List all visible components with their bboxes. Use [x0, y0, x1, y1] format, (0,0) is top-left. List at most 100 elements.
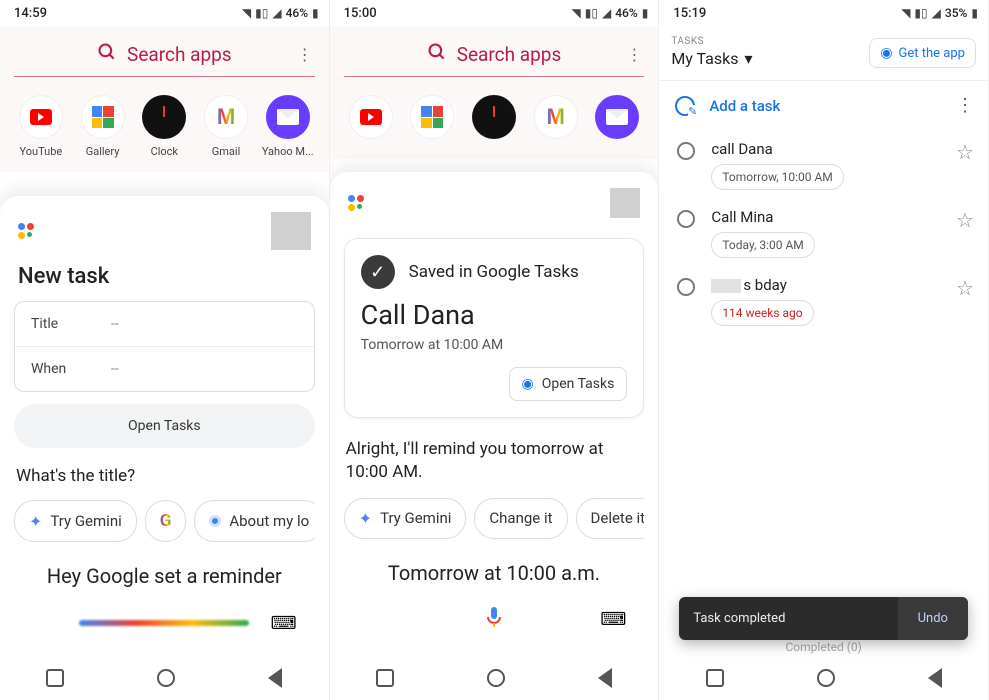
- signal-icon: ▮▯: [914, 6, 927, 20]
- app-youtube[interactable]: YouTube: [12, 95, 70, 158]
- status-right: ◥ ▮▯ ◢ 46% ▮: [572, 6, 649, 20]
- yahoomail-icon: [595, 95, 639, 139]
- task-date-chip[interactable]: Today, 3:00 AM: [711, 232, 814, 258]
- suggestion-chips: ✦Try Gemini Change it Delete it: [344, 498, 645, 555]
- chip-try-gemini[interactable]: ✦Try Gemini: [344, 498, 467, 539]
- search-apps-bar[interactable]: Search apps ⋮: [340, 32, 649, 74]
- open-tasks-button[interactable]: Open Tasks: [14, 404, 315, 448]
- overflow-icon[interactable]: ⋮: [297, 45, 313, 64]
- app-clock[interactable]: [465, 95, 523, 145]
- task-complete-checkbox[interactable]: [677, 142, 695, 160]
- task-date-chip[interactable]: Tomorrow, 10:00 AM: [711, 164, 843, 190]
- location-dot-icon: [209, 515, 221, 527]
- gemini-icon: ✦: [359, 509, 372, 528]
- tasks-app-icon: ◉: [880, 45, 892, 61]
- snackbar-message: Task completed: [679, 597, 799, 640]
- when-field[interactable]: When --: [15, 347, 314, 391]
- app-yahoomail[interactable]: [588, 95, 646, 145]
- youtube-icon: [19, 95, 63, 139]
- title-field[interactable]: Title --: [15, 302, 314, 347]
- search-icon: [97, 42, 117, 66]
- overflow-icon[interactable]: ⋮: [626, 45, 642, 64]
- new-task-heading: New task: [14, 262, 315, 301]
- search-icon: [427, 42, 447, 66]
- app-yahoomail[interactable]: Yahoo M...: [259, 95, 317, 158]
- status-time: 15:00: [344, 6, 377, 21]
- nav-back-icon[interactable]: [598, 668, 612, 688]
- nav-bar: [330, 656, 659, 700]
- task-item[interactable]: Call Mina Today, 3:00 AM ☆: [659, 198, 988, 266]
- assistant-sheet: ✓ Saved in Google Tasks Call Dana Tomorr…: [330, 172, 659, 700]
- app-gmail[interactable]: MGmail: [197, 95, 255, 158]
- nav-bar: [659, 656, 988, 700]
- nav-home-icon[interactable]: [157, 669, 175, 687]
- youtube-icon: [349, 95, 393, 139]
- nav-back-icon[interactable]: [268, 668, 282, 688]
- app-clock[interactable]: Clock: [135, 95, 193, 158]
- wifi-icon: ◥: [242, 6, 251, 20]
- assistant-logo-icon: [348, 195, 368, 211]
- nav-home-icon[interactable]: [487, 669, 505, 687]
- app-gallery[interactable]: [403, 95, 461, 145]
- status-time: 14:59: [14, 6, 47, 21]
- task-when: Tomorrow at 10:00 AM: [361, 337, 628, 353]
- add-task-button[interactable]: Add a task: [675, 96, 780, 116]
- nav-back-icon[interactable]: [928, 668, 942, 688]
- task-date-chip[interactable]: 114 weeks ago: [711, 300, 813, 326]
- keyboard-icon[interactable]: ⌨: [271, 613, 297, 634]
- star-icon[interactable]: ☆: [956, 208, 974, 232]
- keyboard-icon[interactable]: ⌨: [600, 609, 626, 630]
- battery-icon: ▮: [312, 6, 319, 20]
- redacted-box: [711, 279, 741, 293]
- chip-about-location[interactable]: About my lo: [194, 500, 314, 542]
- app-youtube[interactable]: [342, 95, 400, 145]
- when-label: When: [31, 361, 111, 377]
- add-task-icon: [675, 96, 695, 116]
- nav-recents-icon[interactable]: [46, 669, 64, 687]
- nav-bar: [0, 656, 329, 700]
- task-complete-checkbox[interactable]: [677, 278, 695, 296]
- screen-google-tasks: 15:19 ◥ ▮▯ ◢ 35% ▮ TASKS My Tasks ▾ ◉ Ge…: [659, 0, 989, 700]
- assistant-input-bar: ⌨: [344, 601, 645, 639]
- screen-task-saved: 15:00 ◥ ▮▯ ◢ 46% ▮ Search apps ⋮ M: [330, 0, 660, 700]
- home-launcher: Search apps ⋮ YouTube Gallery Clock MGma…: [0, 26, 329, 172]
- task-item[interactable]: call Dana Tomorrow, 10:00 AM ☆: [659, 130, 988, 198]
- star-icon[interactable]: ☆: [956, 140, 974, 164]
- nav-home-icon[interactable]: [817, 669, 835, 687]
- overflow-icon[interactable]: ⋮: [956, 95, 974, 116]
- list-dropdown[interactable]: My Tasks ▾: [671, 49, 752, 68]
- nav-recents-icon[interactable]: [376, 669, 394, 687]
- task-complete-checkbox[interactable]: [677, 210, 695, 228]
- signal2-icon: ◢: [602, 6, 611, 20]
- gmail-icon: M: [534, 95, 578, 139]
- app-gmail[interactable]: M: [527, 95, 585, 145]
- chip-google[interactable]: G: [145, 500, 187, 542]
- undo-button[interactable]: Undo: [898, 597, 968, 640]
- task-item[interactable]: s bday 114 weeks ago ☆: [659, 266, 988, 334]
- mic-icon[interactable]: [485, 605, 503, 634]
- chip-change-it[interactable]: Change it: [474, 498, 567, 539]
- search-apps-bar[interactable]: Search apps ⋮: [10, 32, 319, 74]
- get-app-button[interactable]: ◉ Get the app: [869, 38, 976, 68]
- google-icon: G: [160, 511, 172, 531]
- voice-spectrum-icon[interactable]: [79, 620, 249, 626]
- chip-try-gemini[interactable]: ✦Try Gemini: [14, 500, 137, 542]
- add-task-row: Add a task ⋮: [659, 81, 988, 130]
- assistant-response: Alright, I'll remind you tomorrow at 10:…: [344, 434, 645, 498]
- star-icon[interactable]: ☆: [956, 276, 974, 300]
- status-time: 15:19: [673, 6, 706, 21]
- task-form: Title -- When --: [14, 301, 315, 392]
- battery-pct: 46%: [615, 6, 637, 20]
- open-tasks-button[interactable]: ◉ Open Tasks: [509, 367, 628, 401]
- when-value: --: [111, 361, 119, 377]
- signal-icon: ▮▯: [585, 6, 598, 20]
- spoken-transcript: Hey Google set a reminder: [14, 558, 315, 604]
- chip-delete-it[interactable]: Delete it: [576, 498, 645, 539]
- clock-icon: [142, 95, 186, 139]
- screen-new-task: 14:59 ◥ ▮▯ ◢ 46% ▮ Search apps ⋮ YouTube…: [0, 0, 330, 700]
- wifi-icon: ◥: [901, 6, 910, 20]
- nav-recents-icon[interactable]: [706, 669, 724, 687]
- app-gallery[interactable]: Gallery: [74, 95, 132, 158]
- assistant-prompt: What's the title?: [14, 464, 315, 500]
- tasks-header: TASKS My Tasks ▾ ◉ Get the app: [659, 26, 988, 76]
